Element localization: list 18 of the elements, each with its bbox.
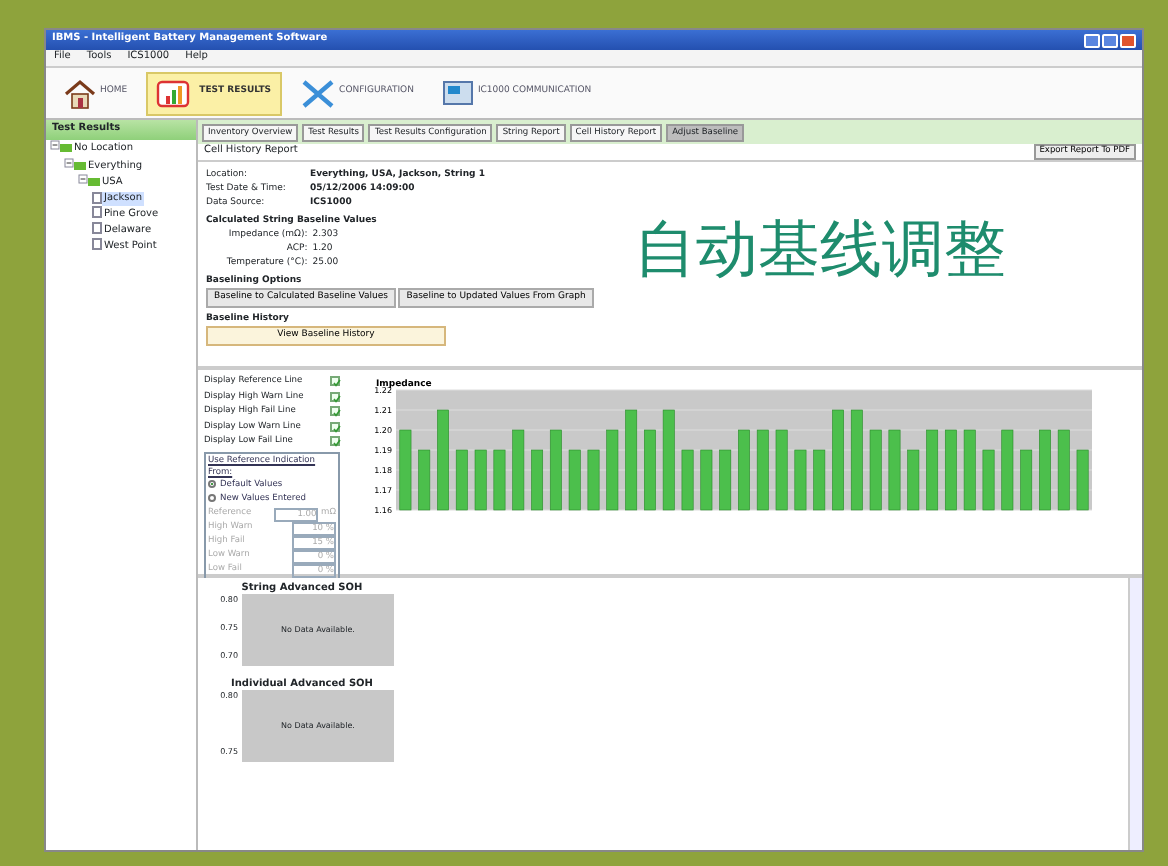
close-button[interactable] xyxy=(1120,33,1136,47)
checkbox[interactable] xyxy=(330,376,340,387)
checkbox[interactable] xyxy=(330,436,340,447)
collapse-icon[interactable] xyxy=(50,140,60,150)
minimize-button[interactable] xyxy=(1084,33,1100,47)
radio-button[interactable] xyxy=(208,493,216,502)
caption-text: 自动基线调整 xyxy=(633,212,1006,290)
collapse-icon[interactable] xyxy=(64,157,74,167)
checkbox[interactable] xyxy=(330,391,340,402)
maximize-button[interactable] xyxy=(1102,33,1118,47)
radio-button[interactable] xyxy=(208,480,216,489)
device-icon xyxy=(441,77,474,109)
scrollbar[interactable] xyxy=(1128,578,1142,850)
checkbox[interactable] xyxy=(330,406,340,417)
tools-icon xyxy=(299,77,336,109)
checkbox[interactable] xyxy=(330,421,340,432)
house-icon xyxy=(64,77,96,109)
collapse-icon[interactable] xyxy=(78,174,88,184)
